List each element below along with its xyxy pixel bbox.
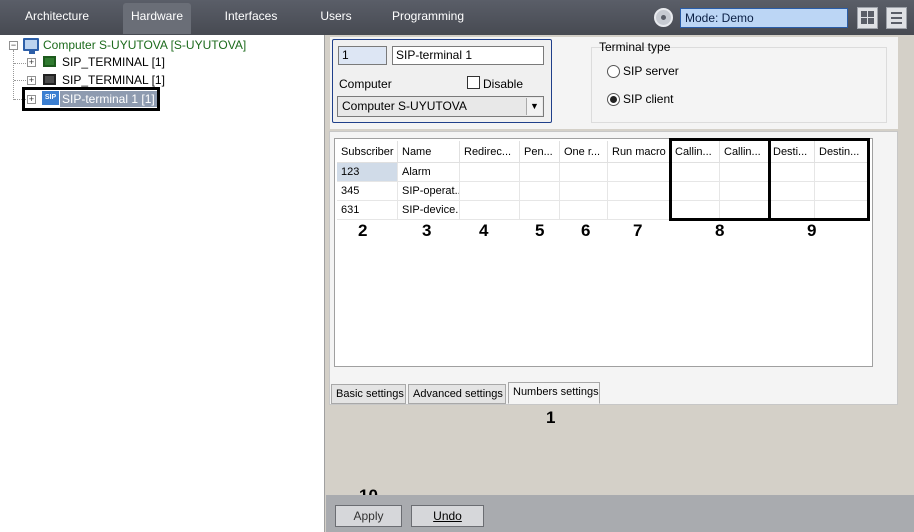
sip-terminal-device-icon <box>43 74 56 85</box>
column-header-one-ring[interactable]: One r... <box>560 141 608 163</box>
table-cell[interactable] <box>520 163 560 182</box>
tab-advanced-settings[interactable]: Advanced settings <box>408 384 506 404</box>
callout-3: 3 <box>422 221 432 240</box>
table-cell[interactable] <box>608 201 671 220</box>
chevron-down-icon[interactable]: ▼ <box>526 98 542 115</box>
table-cell[interactable] <box>460 201 520 220</box>
tree-item-sip-terminal-2[interactable]: SIP_TERMINAL [1] <box>62 72 165 88</box>
table-cell[interactable] <box>520 182 560 201</box>
table-cell[interactable]: 123 <box>337 163 398 182</box>
column-header-name[interactable]: Name <box>398 141 460 163</box>
table-cell[interactable] <box>560 163 608 182</box>
table-cell[interactable] <box>560 182 608 201</box>
tab-users[interactable]: Users <box>314 3 358 34</box>
expand-root-icon[interactable]: − <box>9 41 18 50</box>
callout-9: 9 <box>807 221 817 240</box>
sip-client-radio[interactable] <box>607 93 620 106</box>
table-cell[interactable] <box>608 182 671 201</box>
tab-interfaces[interactable]: Interfaces <box>220 3 282 34</box>
expand-item-icon[interactable]: + <box>27 76 36 85</box>
column-header-redirect[interactable]: Redirec... <box>460 141 520 163</box>
tab-numbers-settings[interactable]: Numbers settings <box>508 382 600 404</box>
sip-server-radio[interactable] <box>607 65 620 78</box>
tree-item-sip-terminal-1[interactable]: SIP_TERMINAL [1] <box>62 54 165 70</box>
object-id-field[interactable]: 1 <box>338 46 387 65</box>
column-header-subscriber[interactable]: Subscriber <box>337 141 398 163</box>
layout-grid-icon[interactable] <box>857 7 878 29</box>
sip-client-label: SIP client <box>623 92 674 106</box>
computer-select-value: Computer S-UYUTOVA <box>342 99 467 113</box>
callout-6: 6 <box>581 221 591 240</box>
object-form: 1 SIP-terminal 1 Computer Disable Comput… <box>332 39 552 123</box>
highlight-box-calling <box>669 138 771 221</box>
callout-5: 5 <box>535 221 545 240</box>
table-cell[interactable] <box>560 201 608 220</box>
computer-select[interactable]: Computer S-UYUTOVA ▼ <box>337 96 544 117</box>
tab-programming[interactable]: Programming <box>392 3 464 34</box>
tab-hardware[interactable]: Hardware <box>123 3 191 34</box>
table-cell[interactable] <box>460 163 520 182</box>
terminal-type-title: Terminal type <box>599 40 671 54</box>
callout-8: 8 <box>715 221 725 240</box>
expand-item-icon[interactable]: + <box>27 58 36 67</box>
top-menu-bar: Architecture Hardware Interfaces Users P… <box>0 0 914 35</box>
callout-2: 2 <box>358 221 368 240</box>
callout-4: 4 <box>479 221 489 240</box>
disable-label: Disable <box>483 77 524 91</box>
disable-checkbox[interactable] <box>467 76 480 89</box>
sip-terminal-device-icon <box>43 56 56 67</box>
undo-button[interactable]: Undo <box>411 505 484 527</box>
column-header-pending[interactable]: Pen... <box>520 141 560 163</box>
table-cell[interactable]: SIP-operat... <box>398 182 460 201</box>
tab-architecture[interactable]: Architecture <box>18 3 96 34</box>
computer-icon <box>23 38 39 54</box>
tab-basic-settings[interactable]: Basic settings <box>331 384 406 404</box>
apply-button[interactable]: Apply <box>335 505 402 527</box>
table-cell[interactable] <box>520 201 560 220</box>
table-cell[interactable]: SIP-device... <box>398 201 460 220</box>
table-cell[interactable]: 631 <box>337 201 398 220</box>
computer-label: Computer <box>339 77 392 91</box>
menu-icon[interactable] <box>886 7 907 29</box>
highlight-box <box>22 87 160 111</box>
highlight-box-destination <box>768 138 870 221</box>
mode-select[interactable]: Mode: Demo <box>680 8 848 28</box>
terminal-type-group <box>591 47 887 123</box>
callout-1: 1 <box>546 408 556 427</box>
object-name-field[interactable]: SIP-terminal 1 <box>392 46 544 65</box>
settings-gear-icon[interactable] <box>654 8 673 27</box>
table-cell[interactable] <box>460 182 520 201</box>
table-cell[interactable] <box>608 163 671 182</box>
tree-item-computer[interactable]: Computer S-UYUTOVA [S-UYUTOVA] <box>43 37 246 53</box>
table-cell[interactable]: Alarm <box>398 163 460 182</box>
table-cell[interactable]: 345 <box>337 182 398 201</box>
callout-7: 7 <box>633 221 643 240</box>
sip-server-label: SIP server <box>623 64 679 78</box>
column-header-run-macro[interactable]: Run macro <box>608 141 671 163</box>
